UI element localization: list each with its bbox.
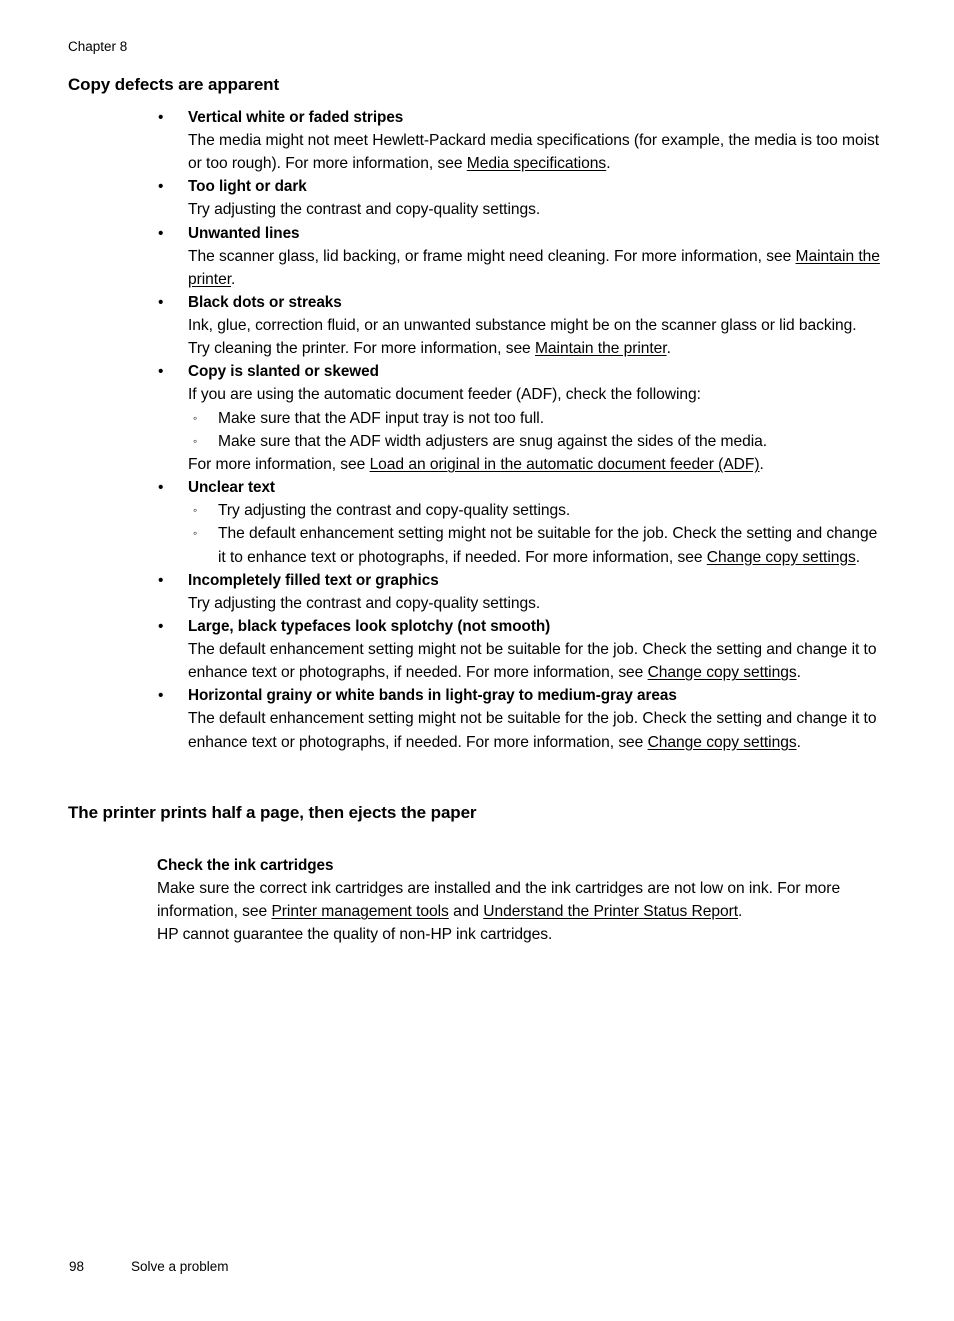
cross-reference-link[interactable]: Change copy settings bbox=[707, 549, 856, 566]
bullet-title: Too light or dark bbox=[188, 178, 307, 196]
sub-bullet-list: ◦ Make sure that the ADF input tray is n… bbox=[188, 407, 880, 453]
cross-reference-link[interactable]: Load an original in the automatic docume… bbox=[370, 456, 760, 473]
bullet-body: The media might not meet Hewlett-Packard… bbox=[188, 129, 880, 175]
bullet-marker-icon: • bbox=[158, 294, 164, 312]
cross-reference-link[interactable]: Change copy settings bbox=[648, 734, 797, 751]
page-content: Copy defects are apparent • Vertical whi… bbox=[0, 74, 954, 946]
subsection-body-last: HP cannot guarantee the quality of non-H… bbox=[157, 926, 553, 944]
bullet-marker-icon: • bbox=[158, 363, 164, 381]
subsection-body-tail: . bbox=[738, 903, 743, 921]
sub-bullet-text-tail: . bbox=[855, 548, 861, 566]
list-item: • Unwanted lines The scanner glass, lid … bbox=[0, 222, 954, 291]
list-item: • Too light or dark Try adjusting the co… bbox=[0, 175, 954, 221]
bullet-body-text: Ink, glue, correction fluid, or an unwan… bbox=[188, 317, 857, 358]
bullet-title: Horizontal grainy or white bands in ligh… bbox=[188, 687, 677, 705]
cross-reference-link[interactable]: Change copy settings bbox=[648, 664, 797, 681]
bullet-body: The default enhancement setting might no… bbox=[188, 638, 880, 684]
list-item: • Large, black typefaces look splotchy (… bbox=[0, 615, 954, 684]
sub-list-item: ◦ Make sure that the ADF width adjusters… bbox=[188, 430, 880, 453]
bullet-title: Unclear text bbox=[188, 479, 275, 497]
bullet-marker-icon: • bbox=[158, 224, 164, 242]
bullet-title: Unwanted lines bbox=[188, 224, 300, 242]
bullet-body: Try adjusting the contrast and copy-qual… bbox=[188, 201, 541, 219]
bullet-body-text-tail: . bbox=[666, 340, 671, 358]
bullet-body: Ink, glue, correction fluid, or an unwan… bbox=[188, 314, 880, 360]
copy-defects-bullet-list: • Vertical white or faded stripes The me… bbox=[0, 106, 954, 754]
bullet-body-text: The scanner glass, lid backing, or frame… bbox=[188, 247, 796, 265]
bullet-body: If you are using the automatic document … bbox=[188, 386, 701, 404]
sub-list-item: ◦ The default enhancement setting might … bbox=[188, 522, 880, 568]
list-item: • Black dots or streaks Ink, glue, corre… bbox=[0, 291, 954, 360]
bullet-body-text-tail: . bbox=[796, 664, 801, 682]
sub-bullet-marker-icon: ◦ bbox=[193, 503, 198, 518]
cross-reference-link[interactable]: Maintain the printer bbox=[535, 340, 667, 357]
sub-bullet-marker-icon: ◦ bbox=[193, 410, 198, 425]
bullet-title: Copy is slanted or skewed bbox=[188, 363, 379, 381]
bullet-title: Large, black typefaces look splotchy (no… bbox=[188, 618, 551, 636]
sub-bullet-list: ◦ Try adjusting the contrast and copy-qu… bbox=[188, 499, 880, 569]
bullet-marker-icon: • bbox=[158, 571, 164, 589]
section-heading-copy-defects: Copy defects are apparent bbox=[68, 75, 280, 94]
bullet-marker-icon: • bbox=[158, 618, 164, 636]
cross-reference-link[interactable]: Printer management tools bbox=[271, 903, 448, 920]
bullet-title: Incompletely filled text or graphics bbox=[188, 571, 439, 589]
section-heading-half-page: The printer prints half a page, then eje… bbox=[68, 802, 477, 822]
sub-list-item: ◦ Make sure that the ADF input tray is n… bbox=[188, 407, 880, 430]
list-item: • Incompletely filled text or graphics T… bbox=[0, 569, 954, 615]
footer-section-title: Solve a problem bbox=[131, 1259, 229, 1274]
running-header-chapter: Chapter 8 bbox=[68, 39, 128, 54]
footer-page-number: 98 bbox=[69, 1259, 85, 1274]
sub-bullet-marker-icon: ◦ bbox=[193, 526, 198, 541]
sub-list-item: ◦ Try adjusting the contrast and copy-qu… bbox=[188, 499, 880, 522]
sub-bullet-marker-icon: ◦ bbox=[193, 433, 198, 448]
bullet-body: The scanner glass, lid backing, or frame… bbox=[188, 245, 880, 291]
list-item: • Vertical white or faded stripes The me… bbox=[0, 106, 954, 175]
bullet-body-trailing: For more information, see Load an origin… bbox=[188, 453, 880, 476]
bullet-marker-icon: • bbox=[158, 109, 164, 126]
bullet-body-text-tail: . bbox=[796, 733, 801, 751]
bullet-title: Vertical white or faded stripes bbox=[188, 109, 404, 126]
bullet-marker-icon: • bbox=[158, 479, 164, 497]
subsection-title: Check the ink cartridges bbox=[157, 856, 334, 874]
subsection-body-mid: and bbox=[448, 903, 484, 921]
sub-bullet-text: Try adjusting the contrast and copy-qual… bbox=[218, 502, 571, 520]
bullet-body-text-tail: . bbox=[231, 270, 236, 288]
cross-reference-link[interactable]: Media specifications bbox=[467, 155, 606, 172]
bullet-title: Black dots or streaks bbox=[188, 294, 342, 312]
bullet-marker-icon: • bbox=[158, 687, 164, 705]
document-page: Chapter 8 Copy defects are apparent • Ve… bbox=[0, 0, 954, 1321]
bullet-body-text-tail: . bbox=[606, 155, 611, 173]
bullet-body: Try adjusting the contrast and copy-qual… bbox=[188, 594, 541, 612]
bullet-marker-icon: • bbox=[158, 178, 164, 196]
bullet-body-text-tail: . bbox=[759, 456, 764, 474]
list-item: • Unclear text ◦ Try adjusting the contr… bbox=[0, 476, 954, 569]
subsection-body: Make sure the correct ink cartridges are… bbox=[157, 877, 880, 923]
bullet-body: The default enhancement setting might no… bbox=[188, 707, 880, 753]
cross-reference-link[interactable]: Understand the Printer Status Report bbox=[483, 903, 738, 920]
sub-bullet-text: Make sure that the ADF input tray is not… bbox=[218, 409, 544, 427]
list-item: • Horizontal grainy or white bands in li… bbox=[0, 684, 954, 753]
bullet-body-text: For more information, see bbox=[188, 456, 370, 474]
list-item: • Copy is slanted or skewed If you are u… bbox=[0, 360, 954, 476]
sub-bullet-text: Make sure that the ADF width adjusters a… bbox=[218, 432, 768, 450]
check-ink-cartridges-block: Check the ink cartridges Make sure the c… bbox=[0, 854, 954, 947]
